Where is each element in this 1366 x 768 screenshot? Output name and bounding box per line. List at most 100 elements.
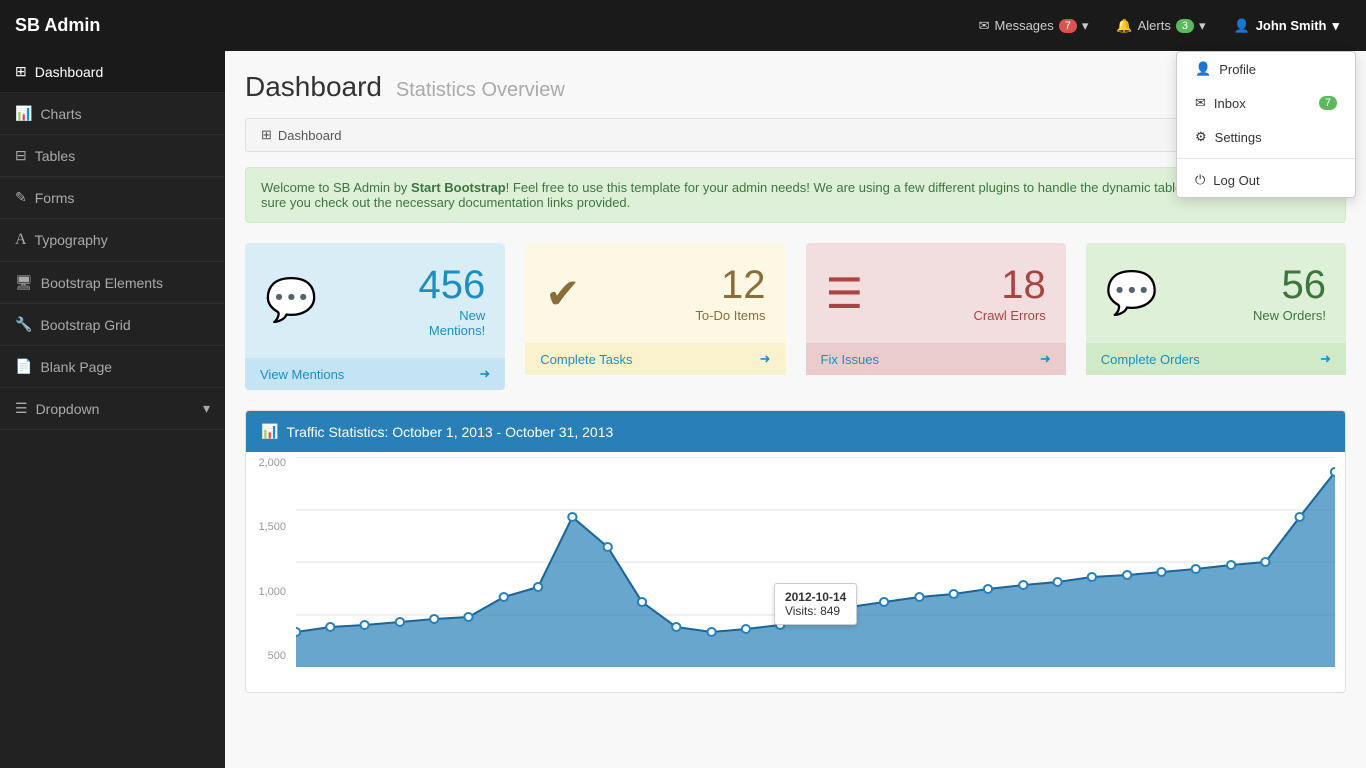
sidebar-label-forms: Forms (35, 190, 75, 206)
brand[interactable]: SB Admin (15, 15, 100, 36)
yaxis-label-1500: 1,500 (246, 521, 286, 533)
messages-label: Messages (995, 18, 1054, 33)
stat-box-errors-top: ☰ 18 Crawl Errors (806, 243, 1066, 343)
sidebar-item-dashboard[interactable]: ⊞ Dashboard (0, 51, 225, 93)
sidebar-label-bootstrap-grid: Bootstrap Grid (40, 317, 130, 333)
todo-info: 12 To-Do Items (695, 263, 765, 323)
stat-box-mentions: 💬 456 NewMentions! View Mentions ➜ (245, 243, 505, 390)
typography-icon: A (15, 231, 27, 249)
chart-icon: 📊 (261, 423, 278, 440)
alerts-label: Alerts (1138, 18, 1171, 33)
errors-number: 18 (974, 263, 1046, 308)
orders-label: New Orders! (1253, 308, 1326, 323)
tables-icon: ⊟ (15, 147, 27, 164)
dashboard-icon: ⊞ (15, 63, 27, 80)
sidebar-item-charts[interactable]: 📊 Charts (0, 93, 225, 135)
checkmark-icon: ✔ (545, 269, 580, 318)
breadcrumb-icon: ⊞ (261, 127, 272, 143)
list-icon: ☰ (826, 269, 864, 318)
chart-panel: 📊 Traffic Statistics: October 1, 2013 - … (245, 410, 1346, 693)
alerts-chevron-icon: ▾ (1199, 18, 1206, 34)
chart-header: 📊 Traffic Statistics: October 1, 2013 - … (246, 411, 1345, 452)
mentions-label: NewMentions! (419, 308, 486, 338)
errors-label: Crawl Errors (974, 308, 1046, 323)
messages-badge: 7 (1059, 19, 1077, 33)
stat-box-orders: 💬 56 New Orders! Complete Orders ➜ (1086, 243, 1346, 390)
stat-box-todo: ✔ 12 To-Do Items Complete Tasks ➜ (525, 243, 785, 390)
sidebar-label-typography: Typography (35, 232, 108, 248)
sidebar-item-forms[interactable]: ✎ Forms (0, 177, 225, 219)
settings-icon: ⚙ (1195, 129, 1207, 145)
breadcrumb-text: Dashboard (278, 128, 342, 143)
dropdown-arrow-icon: ▾ (203, 400, 210, 417)
settings-label: Settings (1215, 130, 1262, 145)
chat-icon: 💬 (265, 276, 317, 325)
mentions-number: 456 (419, 263, 486, 308)
user-chevron-icon: ▾ (1332, 18, 1339, 34)
chart-yaxis: 2,000 1,500 1,000 500 (246, 452, 291, 662)
errors-action[interactable]: Fix Issues ➜ (806, 343, 1066, 375)
dropdown-divider (1177, 158, 1355, 159)
sidebar-item-blank-page[interactable]: 📄 Blank Page (0, 346, 225, 388)
sidebar-label-charts: Charts (40, 106, 81, 122)
stat-box-mentions-top: 💬 456 NewMentions! (245, 243, 505, 358)
dropdown-profile[interactable]: 👤 Profile (1177, 52, 1355, 86)
yaxis-label-1000: 1,000 (246, 586, 286, 598)
fix-issues-arrow: ➜ (1040, 351, 1051, 367)
orders-icon: 💬 (1106, 269, 1158, 318)
complete-orders-label: Complete Orders (1101, 352, 1200, 367)
sidebar-label-blank-page: Blank Page (40, 359, 112, 375)
traffic-chart-svg (296, 457, 1335, 667)
dropdown-logout[interactable]: ⏻ Log Out (1177, 163, 1355, 197)
forms-icon: ✎ (15, 189, 27, 206)
sidebar-item-bootstrap-grid[interactable]: 🔧 Bootstrap Grid (0, 304, 225, 346)
profile-label: Profile (1219, 62, 1256, 77)
messages-button[interactable]: ✉ Messages 7 ▾ (967, 12, 1101, 40)
user-name: John Smith (1256, 18, 1327, 33)
dropdown-inbox[interactable]: ✉ Inbox 7 (1177, 86, 1355, 120)
chart-area: 2012-10-14 Visits: 849 (296, 457, 1335, 667)
inbox-label: Inbox (1214, 96, 1246, 111)
errors-info: 18 Crawl Errors (974, 263, 1046, 323)
sidebar-item-typography[interactable]: A Typography (0, 219, 225, 262)
chart-title: Traffic Statistics: October 1, 2013 - Oc… (286, 424, 613, 440)
bell-icon: 🔔 (1116, 18, 1132, 34)
stat-boxes-row: 💬 456 NewMentions! View Mentions ➜ ✔ 12 … (245, 243, 1346, 390)
chart-body: 2,000 1,500 1,000 500 (246, 452, 1345, 692)
topnav: SB Admin ✉ Messages 7 ▾ 🔔 Alerts 3 ▾ 👤 J… (0, 0, 1366, 51)
sidebar: ⊞ Dashboard 📊 Charts ⊟ Tables ✎ Forms A … (0, 51, 225, 768)
alerts-button[interactable]: 🔔 Alerts 3 ▾ (1104, 12, 1217, 40)
sidebar-label-dropdown: Dropdown (36, 401, 100, 417)
alert-text: Welcome to SB Admin by Start Bootstrap! … (261, 180, 1309, 210)
profile-icon: 👤 (1195, 61, 1211, 77)
sidebar-item-bootstrap-elements[interactable]: 🖥 Bootstrap Elements (0, 262, 225, 304)
sidebar-label-tables: Tables (35, 148, 75, 164)
fix-issues-label: Fix Issues (821, 352, 880, 367)
user-dropdown-menu: 👤 Profile ✉ Inbox 7 ⚙ Settings ⏻ Log Out (1176, 51, 1356, 198)
stat-box-orders-top: 💬 56 New Orders! (1086, 243, 1346, 343)
mentions-action[interactable]: View Mentions ➜ (245, 358, 505, 390)
bootstrap-grid-icon: 🔧 (15, 316, 32, 333)
user-menu-button[interactable]: 👤 John Smith ▾ (1222, 12, 1352, 40)
page-title: Dashboard (245, 71, 382, 102)
blank-page-icon: 📄 (15, 358, 32, 375)
view-mentions-label: View Mentions (260, 367, 344, 382)
orders-info: 56 New Orders! (1253, 263, 1326, 323)
bootstrap-elements-icon: 🖥 (15, 274, 33, 291)
sidebar-item-tables[interactable]: ⊟ Tables (0, 135, 225, 177)
orders-action[interactable]: Complete Orders ➜ (1086, 343, 1346, 375)
complete-orders-arrow: ➜ (1320, 351, 1331, 367)
stat-box-todo-top: ✔ 12 To-Do Items (525, 243, 785, 343)
complete-tasks-label: Complete Tasks (540, 352, 632, 367)
alerts-badge: 3 (1176, 19, 1194, 33)
mentions-info: 456 NewMentions! (419, 263, 486, 338)
logout-label: Log Out (1213, 173, 1259, 188)
chevron-down-icon: ▾ (1082, 18, 1089, 34)
page-subtitle: Statistics Overview (396, 79, 565, 101)
sidebar-item-dropdown[interactable]: ☰ Dropdown ▾ (0, 388, 225, 430)
logout-icon: ⏻ (1195, 172, 1205, 188)
stat-box-errors: ☰ 18 Crawl Errors Fix Issues ➜ (806, 243, 1066, 390)
todo-action[interactable]: Complete Tasks ➜ (525, 343, 785, 375)
dropdown-settings[interactable]: ⚙ Settings (1177, 120, 1355, 154)
envelope-icon: ✉ (979, 18, 990, 34)
